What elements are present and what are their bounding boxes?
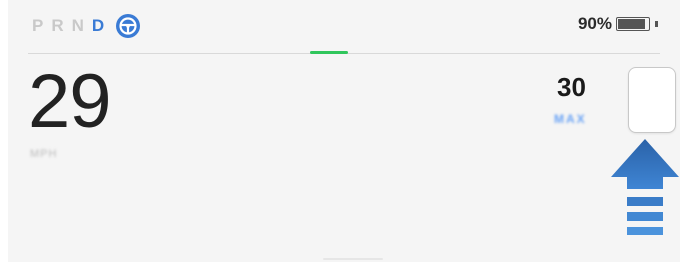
speed-unit: MPH: [30, 148, 58, 160]
battery-fill: [618, 19, 645, 29]
gear-r: R: [51, 16, 66, 35]
battery-status: 90%: [578, 14, 658, 34]
set-speed-value[interactable]: 30: [557, 72, 586, 103]
gear-d: D: [91, 16, 107, 35]
current-speed: 29: [28, 59, 112, 144]
autopilot-indicator: [310, 51, 348, 54]
driver-display: P R N D 90% 29 MPH 30 MAX: [0, 0, 690, 268]
drawer-handle[interactable]: [323, 258, 383, 260]
battery-tip: [655, 21, 658, 27]
battery-icon: [616, 17, 650, 31]
gear-selector: P R N D: [32, 14, 141, 38]
speed-limit-sign[interactable]: [628, 67, 676, 133]
up-arrow-icon: [611, 139, 679, 235]
battery-percent: 90%: [577, 14, 612, 33]
set-speed-label: MAX: [554, 112, 587, 126]
instrument-panel: P R N D 90% 29 MPH 30 MAX: [8, 0, 680, 262]
gear-n: N: [71, 16, 86, 35]
gear-p: P: [32, 16, 46, 35]
steering-wheel-icon[interactable]: [116, 14, 141, 38]
